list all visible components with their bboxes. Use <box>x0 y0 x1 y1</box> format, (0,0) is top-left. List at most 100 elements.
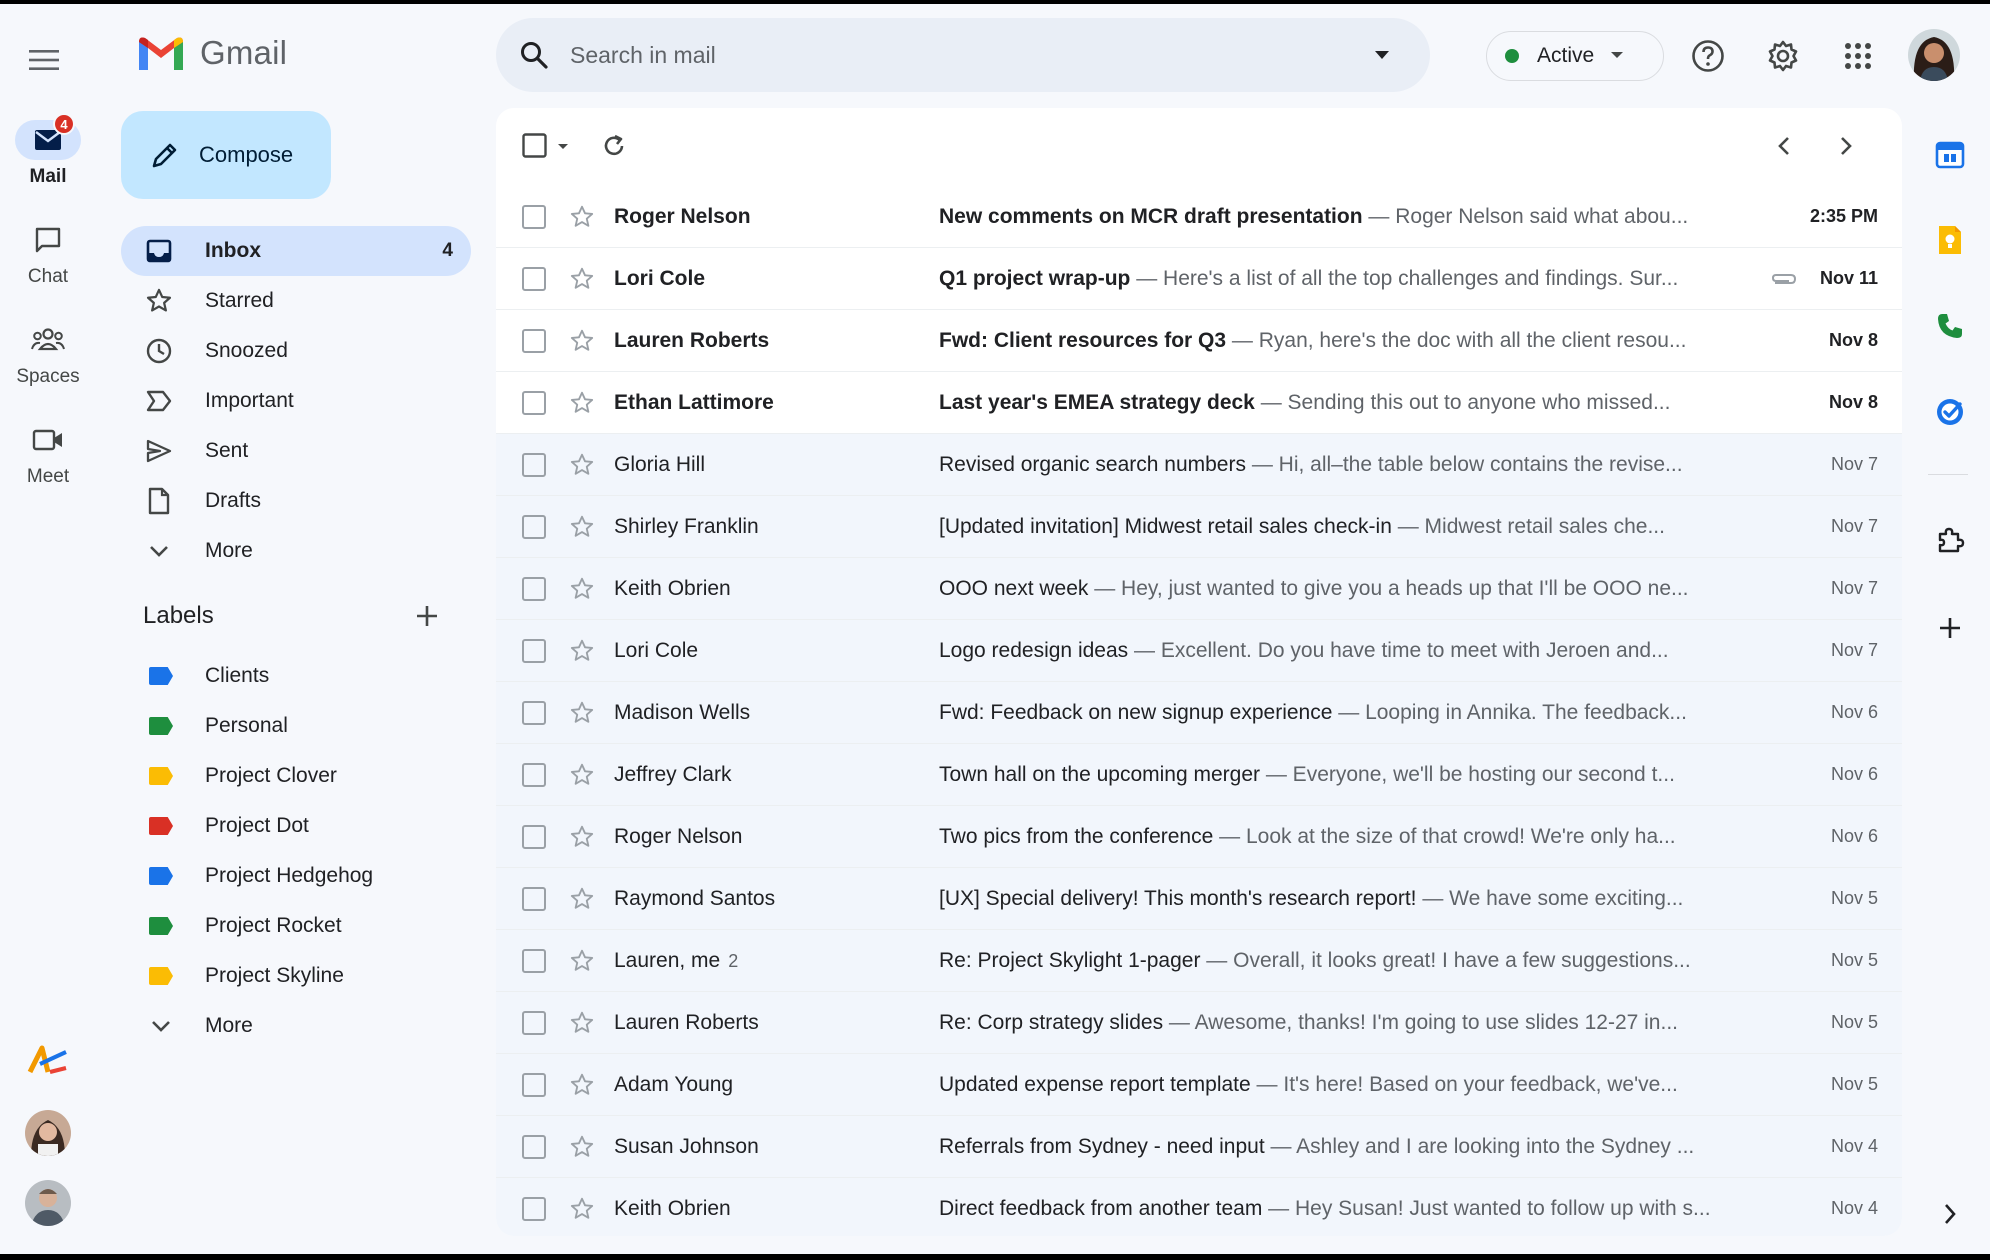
chevron-left-icon[interactable] <box>1766 128 1802 164</box>
row-select-checkbox[interactable] <box>522 886 546 911</box>
email-row[interactable]: Gloria Hill Revised organic search number… <box>496 434 1902 496</box>
star-icon[interactable] <box>568 513 596 541</box>
addons-puzzle-icon[interactable] <box>1930 520 1970 560</box>
star-icon[interactable] <box>568 451 596 479</box>
rail-item-mail[interactable]: 4 Mail <box>0 113 96 188</box>
email-row[interactable]: Roger Nelson New comments on MCR draft pr… <box>496 186 1902 248</box>
star-icon[interactable] <box>568 1195 596 1223</box>
row-select-checkbox[interactable] <box>522 1010 546 1035</box>
row-select-checkbox[interactable] <box>522 824 546 849</box>
email-row[interactable]: Lori Cole Q1 project wrap-up — Here's a l… <box>496 248 1902 310</box>
label-item-project-rocket[interactable]: Project Rocket <box>121 901 471 951</box>
contact-avatar[interactable] <box>25 1180 71 1226</box>
gmail-logo[interactable]: Gmail <box>136 34 287 72</box>
email-sender: Gloria Hill <box>614 453 914 477</box>
label-item-project-dot[interactable]: Project Dot <box>121 801 471 851</box>
email-row[interactable]: Lori Cole Logo redesign ideas — Excellent… <box>496 620 1902 682</box>
star-icon[interactable] <box>568 327 596 355</box>
row-select-checkbox[interactable] <box>522 762 546 787</box>
star-icon[interactable] <box>568 699 596 727</box>
star-icon[interactable] <box>568 389 596 417</box>
label-item-project-skyline[interactable]: Project Skyline <box>121 951 471 1001</box>
nav-item-important[interactable]: Important <box>121 376 471 426</box>
label-text: Project Skyline <box>205 964 344 987</box>
compose-button[interactable]: Compose <box>121 111 331 199</box>
email-row[interactable]: Shirley Franklin [Updated invitation] Mid… <box>496 496 1902 558</box>
email-row[interactable]: Madison Wells Fwd: Feedback on new signup… <box>496 682 1902 744</box>
nav-item-sent[interactable]: Sent <box>121 426 471 476</box>
email-row[interactable]: Lauren Roberts Fwd: Client resources for … <box>496 310 1902 372</box>
email-row[interactable]: Keith Obrien OOO next week — Hey, just wa… <box>496 558 1902 620</box>
phone-icon[interactable] <box>1930 306 1970 346</box>
rail-item-spaces[interactable]: Spaces <box>0 320 96 388</box>
row-select-checkbox[interactable] <box>522 266 546 291</box>
add-addon-plus-icon[interactable] <box>1930 608 1970 648</box>
email-row[interactable]: Raymond Santos [UX] Special delivery! Thi… <box>496 868 1902 930</box>
nav-item-inbox[interactable]: Inbox 4 <box>121 226 471 276</box>
email-row[interactable]: Adam Young Updated expense report templat… <box>496 1054 1902 1116</box>
search-input[interactable] <box>570 33 1360 77</box>
keep-notes-icon[interactable] <box>1930 220 1970 260</box>
email-row[interactable]: Jeffrey Clark Town hall on the upcoming m… <box>496 744 1902 806</box>
rail-item-chat[interactable]: Chat <box>0 220 96 288</box>
email-row[interactable]: Lauren, me 2 Re: Project Skylight 1-pager … <box>496 930 1902 992</box>
label-item-clients[interactable]: Clients <box>121 651 471 701</box>
apps-grid-icon[interactable] <box>1838 36 1878 76</box>
gmail-logo-text: Gmail <box>200 34 288 71</box>
label-item-personal[interactable]: Personal <box>121 701 471 751</box>
main-menu-icon[interactable] <box>24 40 64 80</box>
star-icon[interactable] <box>568 1009 596 1037</box>
star-icon[interactable] <box>568 823 596 851</box>
settings-gear-icon[interactable] <box>1763 36 1803 76</box>
email-row[interactable]: Roger Nelson Two pics from the conference… <box>496 806 1902 868</box>
row-select-checkbox[interactable] <box>522 1196 546 1221</box>
star-icon[interactable] <box>568 1133 596 1161</box>
help-icon[interactable] <box>1688 36 1728 76</box>
star-icon[interactable] <box>568 575 596 603</box>
email-row[interactable]: Lauren Roberts Re: Corp strategy slides —… <box>496 992 1902 1054</box>
email-date: Nov 8 <box>1828 330 1878 350</box>
status-selector[interactable]: Active <box>1486 31 1664 81</box>
row-select-checkbox[interactable] <box>522 638 546 663</box>
calendar-icon[interactable] <box>1930 134 1970 174</box>
email-row[interactable]: Keith Obrien Direct feedback from another… <box>496 1178 1902 1236</box>
row-select-checkbox[interactable] <box>522 390 546 415</box>
star-icon[interactable] <box>568 265 596 293</box>
row-select-checkbox[interactable] <box>522 514 546 539</box>
star-icon[interactable] <box>568 203 596 231</box>
label-item-project-clover[interactable]: Project Clover <box>121 751 471 801</box>
row-select-checkbox[interactable] <box>522 204 546 229</box>
nav-item-more[interactable]: More <box>121 526 471 576</box>
row-select-checkbox[interactable] <box>522 948 546 973</box>
chevron-right-icon[interactable] <box>1828 128 1864 164</box>
nav-item-starred[interactable]: Starred <box>121 276 471 326</box>
nav-item-drafts[interactable]: Drafts <box>121 476 471 526</box>
row-select-checkbox[interactable] <box>522 576 546 601</box>
tasks-icon[interactable] <box>1930 392 1970 432</box>
row-select-checkbox[interactable] <box>522 328 546 353</box>
email-date: Nov 5 <box>1830 950 1878 970</box>
labels-more[interactable]: More <box>121 1001 471 1051</box>
row-select-checkbox[interactable] <box>522 452 546 477</box>
rail-app-logo-icon[interactable] <box>0 1042 96 1078</box>
add-label-icon[interactable] <box>411 600 443 632</box>
contact-avatar[interactable] <box>25 1110 71 1156</box>
refresh-icon[interactable] <box>596 128 632 164</box>
star-icon[interactable] <box>568 1071 596 1099</box>
label-item-project-hedgehog[interactable]: Project Hedgehog <box>121 851 471 901</box>
row-select-checkbox[interactable] <box>522 1072 546 1097</box>
email-row[interactable]: Ethan Lattimore Last year's EMEA strategy… <box>496 372 1902 434</box>
star-icon[interactable] <box>568 761 596 789</box>
star-icon[interactable] <box>568 637 596 665</box>
rail-item-meet[interactable]: Meet <box>0 420 96 488</box>
row-select-checkbox[interactable] <box>522 1134 546 1159</box>
search-options-dropdown-icon[interactable] <box>1360 33 1404 77</box>
search-icon[interactable] <box>512 33 556 77</box>
nav-item-snoozed[interactable]: Snoozed <box>121 326 471 376</box>
email-row[interactable]: Susan Johnson Referrals from Sydney - nee… <box>496 1116 1902 1178</box>
row-select-checkbox[interactable] <box>522 700 546 725</box>
expand-side-panel-chevron-right-icon[interactable] <box>1930 1194 1970 1234</box>
select-all-checkbox[interactable] <box>522 128 576 164</box>
star-icon[interactable] <box>568 947 596 975</box>
star-icon[interactable] <box>568 885 596 913</box>
